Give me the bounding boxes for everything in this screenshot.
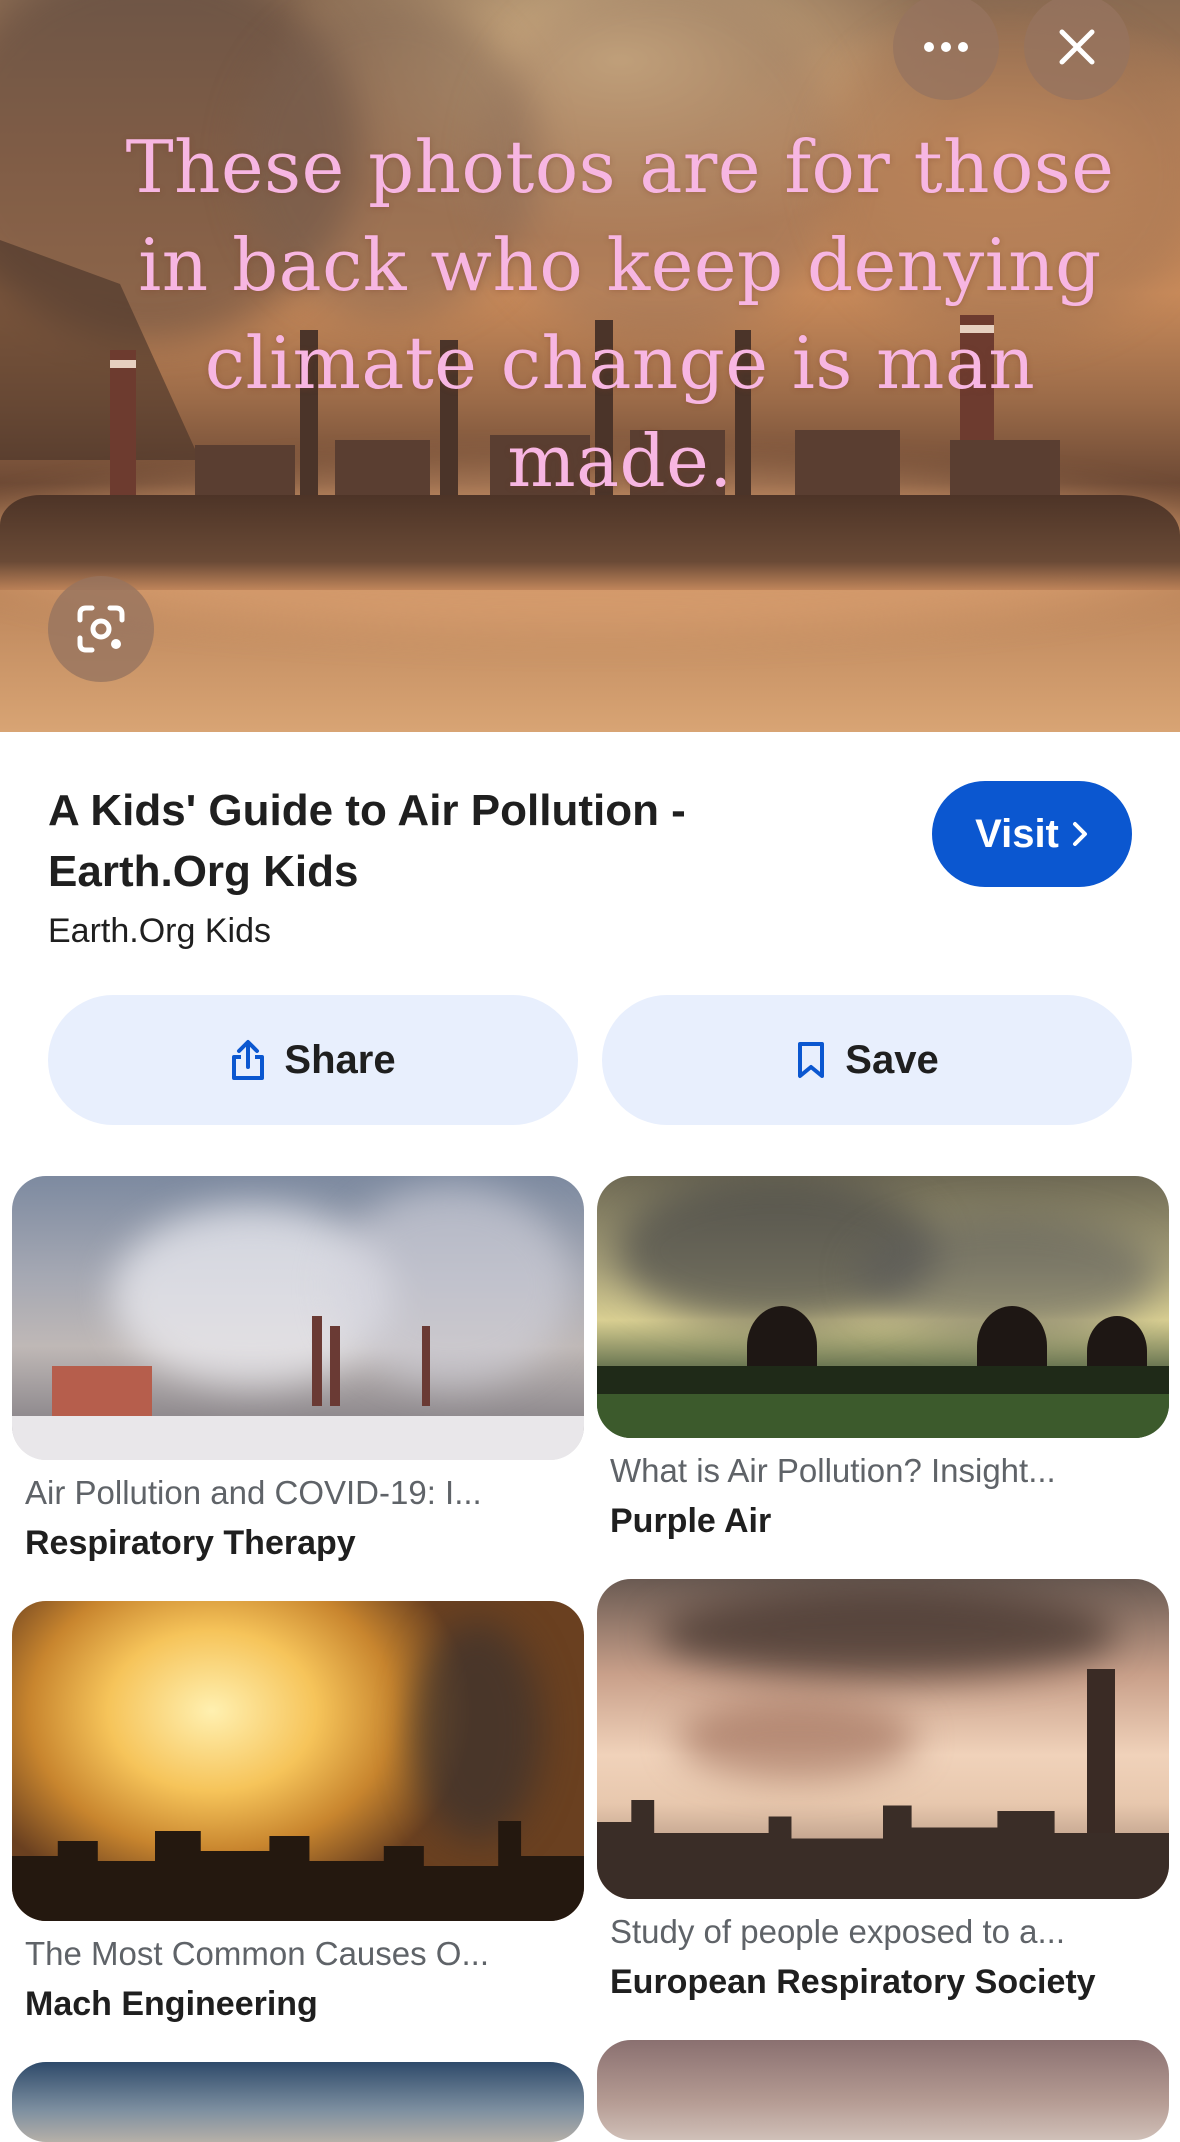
related-image-4[interactable] (597, 1579, 1169, 1899)
related-image-5[interactable] (12, 2062, 584, 2142)
related-source-4: European Respiratory Society (610, 1963, 1096, 2001)
related-image-3[interactable] (12, 1601, 584, 1921)
share-button-label: Share (284, 1037, 396, 1082)
smoke-plume (332, 1186, 572, 1386)
smokestack (1087, 1669, 1115, 1849)
share-button[interactable]: Share (48, 995, 578, 1125)
save-button[interactable]: Save (602, 995, 1132, 1125)
tree-line (597, 1366, 1169, 1394)
related-title-4[interactable]: Study of people exposed to a... (610, 1913, 1170, 1951)
smoke-plume (677, 1699, 917, 1779)
city-skyline (12, 1821, 584, 1921)
hero-quote-text: These photos are for those in back who k… (125, 125, 1115, 503)
smoke-plume (412, 1621, 542, 1841)
google-lens-icon (77, 605, 125, 653)
related-source-1: Respiratory Therapy (25, 1524, 356, 1562)
visit-button[interactable]: Visit (932, 781, 1132, 887)
more-horizontal-icon (924, 42, 968, 52)
related-image-2[interactable] (597, 1176, 1169, 1438)
save-button-label: Save (845, 1037, 939, 1082)
smoke-plume (657, 1589, 1117, 1679)
grass-field (597, 1394, 1169, 1438)
share-icon (232, 1040, 265, 1080)
factory-silhouette (597, 1800, 1169, 1899)
factory-building (52, 1366, 152, 1416)
result-source: Earth.Org Kids (48, 912, 271, 950)
result-title[interactable]: A Kids' Guide to Air Pollution - Earth.O… (48, 780, 888, 902)
hero-image[interactable]: These photos are for those in back who k… (0, 0, 1180, 732)
snowy-ground (12, 1416, 584, 1460)
related-title-2[interactable]: What is Air Pollution? Insight... (610, 1452, 1170, 1490)
smokestack (422, 1326, 430, 1406)
visit-button-label: Visit (975, 811, 1059, 856)
related-title-1[interactable]: Air Pollution and COVID-19: I... (25, 1474, 585, 1512)
chevron-right-icon (1072, 822, 1087, 846)
smokestack (330, 1326, 340, 1406)
smokestack (312, 1316, 322, 1406)
related-image-6[interactable] (597, 2040, 1169, 2140)
related-source-3: Mach Engineering (25, 1985, 318, 2023)
related-image-1[interactable] (12, 1176, 584, 1460)
close-icon (1059, 29, 1095, 65)
bookmark-icon (798, 1042, 825, 1078)
lens-search-button[interactable] (48, 576, 154, 682)
related-source-2: Purple Air (610, 1502, 772, 1540)
related-title-3[interactable]: The Most Common Causes O... (25, 1935, 585, 1973)
